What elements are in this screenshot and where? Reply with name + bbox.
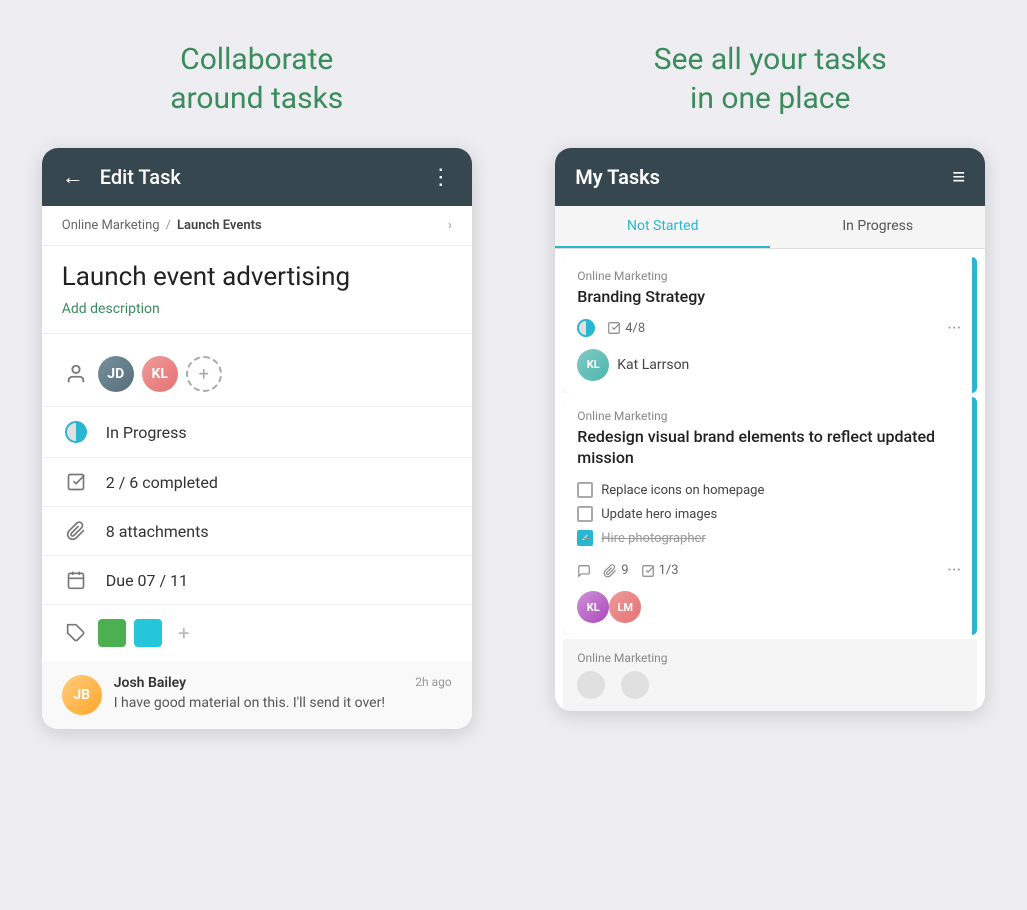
tab-in-progress[interactable]: In Progress [770,206,985,248]
redesign-accent-bar [972,397,977,636]
attachments-label: 8 attachments [106,522,209,541]
add-assignee-button[interactable]: + [186,356,222,392]
subtask-3: ✓ Hire photographer [577,526,961,550]
redesign-category: Online Marketing [577,409,961,423]
add-tag-button[interactable]: + [170,619,198,647]
tasks-list: Online Marketing Branding Strategy 4/8 ·… [555,249,985,711]
redesign-assignees: KL LM [577,591,961,623]
add-description-button[interactable]: Add description [62,301,452,317]
comment-header: Josh Bailey 2h ago [114,675,452,691]
status-row[interactable]: In Progress [42,407,472,458]
due-date-label: Due 07 / 11 [106,571,188,590]
assignees-row: JD KL + [42,342,472,407]
branding-assignee: KL Kat Larrson [577,349,961,381]
attachments-row[interactable]: 8 attachments [42,507,472,556]
my-tasks-header: My Tasks ≡ [555,148,985,206]
redesign-attach-count: 9 [621,563,628,578]
task-title-section: Launch event advertising Add description [42,246,472,325]
commenter-avatar: JB [62,675,102,715]
breadcrumb-section: Launch Events [177,218,262,233]
partial-category: Online Marketing [577,651,963,665]
branding-more-button[interactable]: ··· [947,318,961,339]
avatar-1: JD [98,356,134,392]
task-title: Launch event advertising [62,262,452,293]
subtask-1: Replace icons on homepage [577,478,961,502]
left-panel: Collaborate around tasks ← Edit Task ⋮ O… [0,0,514,910]
breadcrumb-project: Online Marketing [62,218,160,233]
branding-strategy-card: Online Marketing Branding Strategy 4/8 ·… [563,257,977,393]
subtask-1-label: Replace icons on homepage [601,483,764,498]
redesign-more-button[interactable]: ··· [947,560,961,581]
left-panel-title: Collaborate around tasks [170,40,343,118]
avatar-2: KL [142,356,178,392]
branding-strategy-wrapper: Online Marketing Branding Strategy 4/8 ·… [563,257,977,393]
redesign-subtasks-meta: 1/3 [641,563,679,578]
comment-body: Josh Bailey 2h ago I have good material … [114,675,452,711]
subtasks-label: 2 / 6 completed [106,473,218,492]
redesign-assignee-2: LM [609,591,641,623]
subtask-2: Update hero images [577,502,961,526]
subtask-2-checkbox[interactable] [577,506,593,522]
comment-section: JB Josh Bailey 2h ago I have good materi… [42,661,472,729]
back-button[interactable]: ← [62,164,84,190]
redesign-wrapper: Online Marketing Redesign visual brand e… [563,397,977,636]
edit-task-title: Edit Task [100,165,414,189]
branding-subtasks-count: 4/8 [625,321,645,336]
tag-teal[interactable] [134,619,162,647]
redesign-title: Redesign visual brand elements to reflec… [577,427,961,469]
subtasks-icon [62,472,90,492]
tag-green[interactable] [98,619,126,647]
subtask-1-checkbox[interactable] [577,482,593,498]
right-panel: See all your tasks in one place My Tasks… [514,0,1027,910]
breadcrumb-arrow-icon[interactable]: › [448,218,452,233]
redesign-meta: 9 1/3 ··· [577,560,961,581]
redesign-assignee-1: KL [577,591,609,623]
subtask-3-checkbox[interactable]: ✓ [577,530,593,546]
branding-status-icon [577,319,595,337]
subtasks-row[interactable]: 2 / 6 completed [42,458,472,507]
due-date-row[interactable]: Due 07 / 11 [42,556,472,605]
attachments-icon [62,521,90,541]
left-phone-card: ← Edit Task ⋮ Online Marketing / Launch … [42,148,472,729]
branding-meta: 4/8 ··· [577,318,961,339]
branding-subtasks-meta: 4/8 [607,321,645,336]
partial-card: Online Marketing [563,639,977,711]
branding-category: Online Marketing [577,269,961,283]
status-label: In Progress [106,423,187,442]
redesign-subtasks-count: 1/3 [659,563,679,578]
tag-icon [62,623,90,643]
assignee-avatar-kat: KL [577,349,609,381]
filter-icon[interactable]: ≡ [952,164,965,190]
subtask-3-label: Hire photographer [601,531,706,546]
comment-time: 2h ago [415,675,451,691]
redesign-card: Online Marketing Redesign visual brand e… [563,397,977,636]
breadcrumb-separator: / [166,218,171,233]
divider-1 [42,333,472,334]
edit-task-header: ← Edit Task ⋮ [42,148,472,206]
comment-text: I have good material on this. I'll send … [114,695,452,711]
right-panel-title: See all your tasks in one place [654,40,887,118]
status-icon [62,421,90,443]
breadcrumb: Online Marketing / Launch Events › [42,206,472,246]
branding-title: Branding Strategy [577,287,961,308]
tabs-row: Not Started In Progress [555,206,985,249]
right-phone-card: My Tasks ≡ Not Started In Progress Onlin… [555,148,985,711]
tab-not-started[interactable]: Not Started [555,206,770,248]
assignee-name: Kat Larrson [617,357,689,373]
commenter-name: Josh Bailey [114,675,186,691]
subtask-2-label: Update hero images [601,507,717,522]
person-icon [62,363,90,385]
redesign-comments-meta [577,564,591,578]
redesign-attach-meta: 9 [603,563,628,578]
branding-accent-bar [972,257,977,393]
calendar-icon [62,570,90,590]
tags-row: + [42,605,472,661]
my-tasks-title: My Tasks [575,165,660,189]
more-menu-icon[interactable]: ⋮ [430,165,452,190]
